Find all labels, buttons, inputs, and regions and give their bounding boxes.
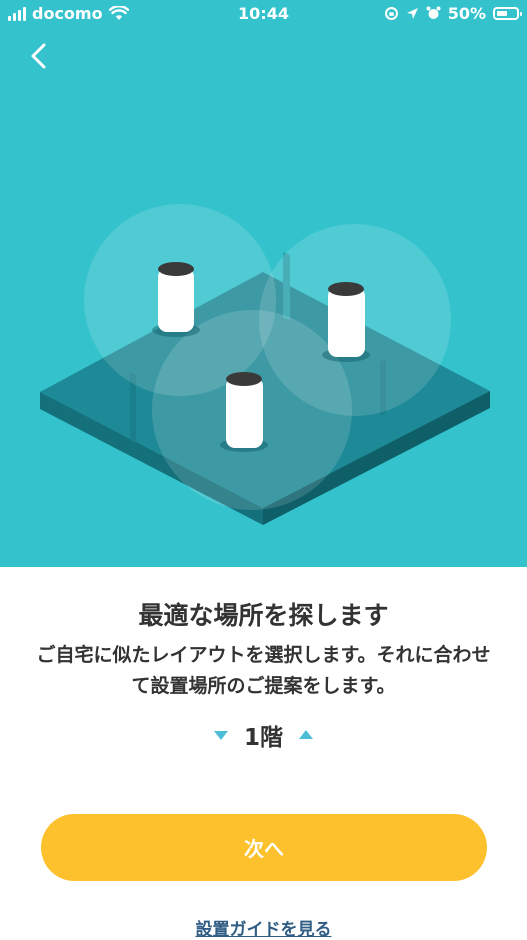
next-button[interactable]: 次へ: [41, 814, 487, 881]
router-device-left: [152, 262, 200, 337]
triangle-up-icon: [299, 730, 313, 739]
floor-up-button[interactable]: [293, 722, 319, 748]
router-device-right: [322, 282, 370, 362]
setup-guide-link[interactable]: 設置ガイドを見る: [0, 915, 527, 940]
status-right: 50%: [384, 4, 522, 23]
chevron-left-icon: [31, 43, 46, 69]
router-device-center: [220, 372, 268, 452]
floor-selector: 1階: [0, 718, 527, 752]
floor-plan-illustration: [40, 204, 490, 525]
location-icon: [406, 8, 418, 19]
battery-icon: [493, 7, 522, 20]
floor-label: 1階: [243, 725, 283, 751]
triangle-down-icon: [213, 731, 228, 740]
orientation-lock-icon: [384, 7, 398, 20]
battery-percent: 50%: [447, 4, 486, 23]
page-description: ご自宅に似たレイアウトを選択します。それに合わせて設置場所のご提案をします。: [36, 644, 491, 697]
back-button[interactable]: [24, 40, 56, 72]
status-bar: docomo 10:44 50%: [0, 0, 527, 28]
hero-illustration-area: docomo 10:44 50%: [0, 0, 527, 567]
page-title: 最適な場所を探します: [138, 601, 389, 630]
floor-down-button[interactable]: [208, 722, 234, 748]
alarm-icon: [426, 6, 441, 19]
